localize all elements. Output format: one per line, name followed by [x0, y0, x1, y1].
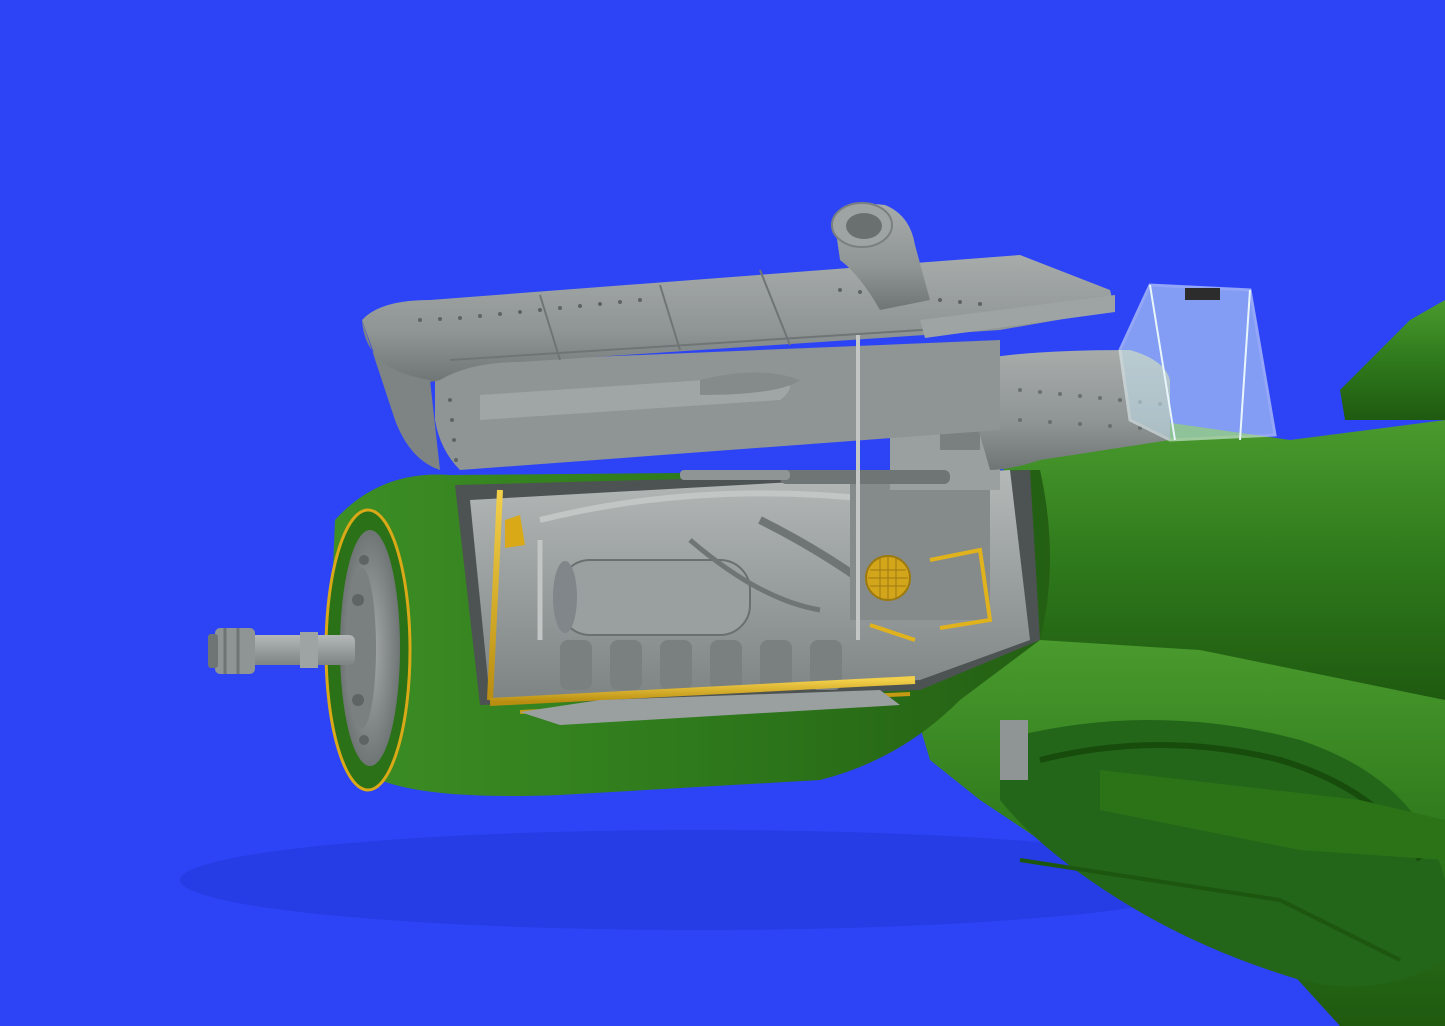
scene-illustration [180, 202, 1445, 1026]
canopy-icon [1118, 283, 1277, 442]
